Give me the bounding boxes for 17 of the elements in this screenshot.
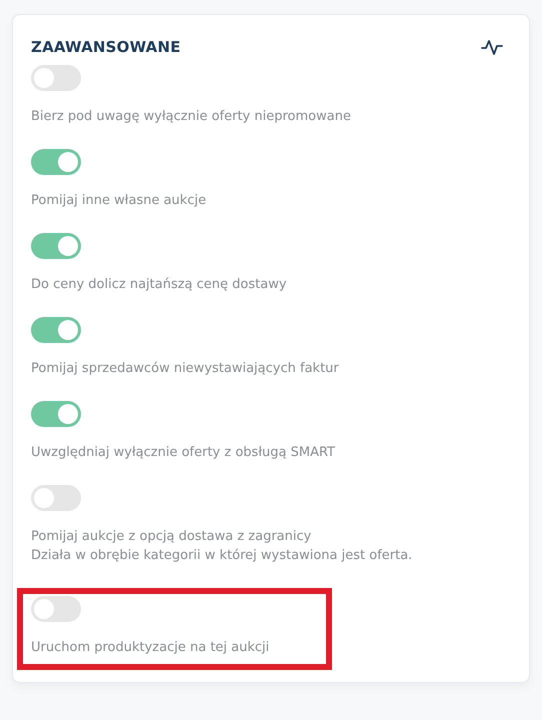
option-label: Pomijaj sprzedawców niewystawiających faktur	[31, 360, 340, 377]
option-label: Pomijaj aukcje z opcją dostawa z zagranicy	[31, 528, 312, 545]
option-note: Działa w obrębie kategorii w której wystawiona jest oferta.	[31, 547, 414, 564]
option-label: Do ceny dolicz najtańszą cenę dostawy	[31, 276, 288, 293]
toggle-switch[interactable]	[31, 317, 81, 343]
toggle-switch[interactable]	[31, 485, 81, 511]
option-label: Uwzględniaj wyłącznie oferty z obsługą SMART	[31, 444, 336, 461]
option-label: Pomijaj inne własne aukcje	[31, 192, 208, 209]
toggle-switch[interactable]	[31, 401, 81, 427]
activity-icon	[481, 38, 503, 56]
option-label: Bierz pod uwagę wyłącznie oferty niepromowane	[31, 108, 352, 125]
toggle-switch[interactable]	[31, 65, 81, 91]
toggle-switch[interactable]	[31, 233, 81, 259]
toggle-switch[interactable]	[31, 149, 81, 175]
option-label: Uruchom produktyzacje na tej aukcji	[31, 639, 270, 656]
toggle-switch[interactable]	[31, 596, 81, 622]
section-title: ZAAWANSOWANE	[31, 38, 181, 56]
